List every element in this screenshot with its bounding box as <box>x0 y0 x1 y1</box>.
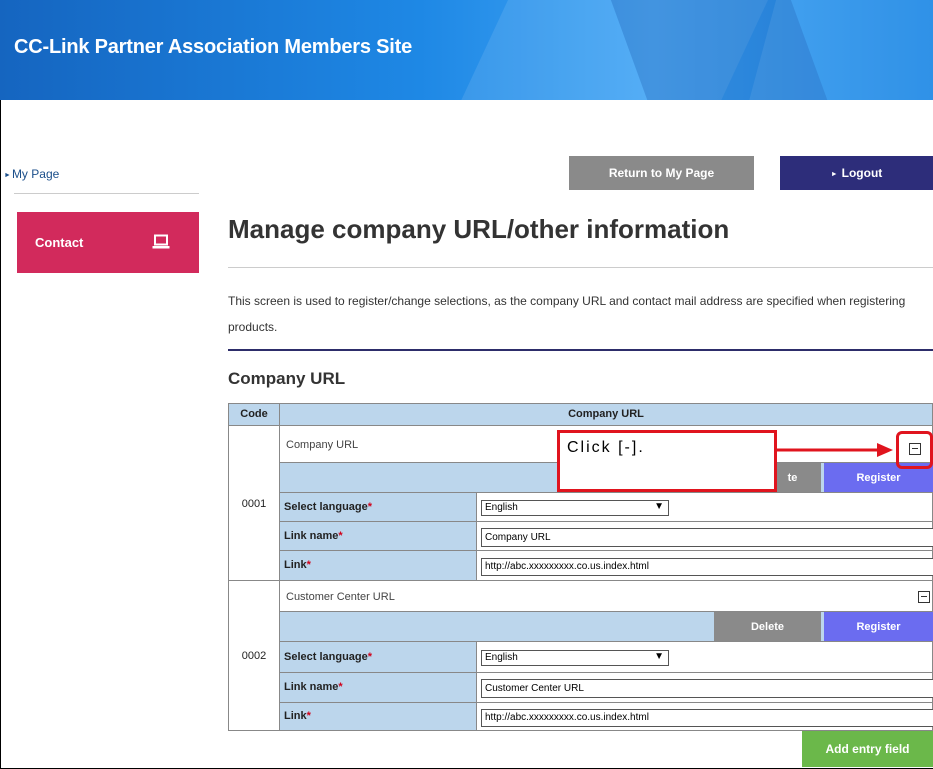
delete-button[interactable]: Delete <box>714 612 821 642</box>
label-text: Link <box>284 710 307 722</box>
link-name-label: Link name* <box>279 521 477 551</box>
label-text: Select language <box>284 651 368 663</box>
section-title: Company URL <box>228 369 346 388</box>
link-cell: http://abc.xxxxxxxxx.co.us.index.html <box>476 702 933 731</box>
column-header-code: Code <box>228 403 280 426</box>
language-select[interactable]: English ▼ <box>481 500 669 516</box>
add-entry-field-button[interactable]: Add entry field <box>802 731 933 767</box>
label-text: Link name <box>284 530 339 542</box>
required-marker: * <box>338 530 343 542</box>
link-label: Link* <box>279 550 477 581</box>
chevron-down-icon: ▼ <box>654 651 664 662</box>
title-divider <box>228 267 933 268</box>
contact-button[interactable]: Contact <box>17 212 199 273</box>
site-title[interactable]: CC-Link Partner Association Members Site <box>14 36 412 59</box>
label-text: Select language <box>284 501 368 513</box>
language-select-value: English <box>485 652 518 663</box>
required-marker: * <box>367 651 373 663</box>
triangle-right-icon: ► <box>4 172 11 179</box>
link-name-cell: Company URL <box>476 521 933 551</box>
collapse-minus-icon[interactable] <box>918 591 930 603</box>
annotation-arrow-icon <box>777 443 893 457</box>
laptop-icon <box>152 234 170 253</box>
entry-code: 0002 <box>228 580 280 731</box>
link-input[interactable]: http://abc.xxxxxxxxx.co.us.index.html <box>481 709 933 727</box>
label-text: Link name <box>284 681 339 693</box>
section-divider <box>228 349 933 351</box>
select-language-label: Select language* <box>279 492 477 522</box>
entry-title: Customer Center URL <box>279 580 933 612</box>
required-marker: * <box>338 681 343 693</box>
column-header-company-url: Company URL <box>279 403 933 426</box>
annotation-callout: Click [-]. <box>557 430 777 492</box>
logout-button[interactable]: ► Logout <box>780 156 933 190</box>
link-name-input[interactable]: Company URL <box>481 528 933 547</box>
link-label: Link* <box>279 702 477 731</box>
contact-label: Contact <box>35 235 84 250</box>
page-title: Manage company URL/other information <box>228 214 730 244</box>
label-text: Link <box>284 559 307 571</box>
triangle-right-icon: ► <box>830 171 838 178</box>
link-name-cell: Customer Center URL <box>476 672 933 703</box>
logout-label: Logout <box>841 166 883 180</box>
select-language-label: Select language* <box>279 641 477 673</box>
page-description: This screen is used to register/change s… <box>228 294 906 334</box>
link-name-label: Link name* <box>279 672 477 703</box>
my-page-link[interactable]: ►My Page <box>4 167 59 181</box>
annotation-text: Click [-]. <box>567 439 645 456</box>
chevron-down-icon: ▼ <box>654 501 664 512</box>
sidebar-divider <box>14 193 199 194</box>
site-header: CC-Link Partner Association Members Site <box>0 0 933 100</box>
required-marker: * <box>306 559 311 571</box>
annotation-highlight-box <box>896 431 933 469</box>
link-name-input[interactable]: Customer Center URL <box>481 679 933 698</box>
required-marker: * <box>306 710 311 722</box>
entry-code: 0001 <box>228 425 280 581</box>
link-input[interactable]: http://abc.xxxxxxxxx.co.us.index.html <box>481 558 933 576</box>
select-language-cell: English ▼ <box>476 492 933 522</box>
return-to-my-page-button[interactable]: Return to My Page <box>569 156 754 190</box>
language-select-value: English <box>485 502 518 513</box>
my-page-label: My Page <box>11 167 60 181</box>
register-button[interactable]: Register <box>824 612 933 642</box>
link-cell: http://abc.xxxxxxxxx.co.us.index.html <box>476 550 933 581</box>
select-language-cell: English ▼ <box>476 641 933 673</box>
language-select[interactable]: English ▼ <box>481 650 669 666</box>
required-marker: * <box>367 501 373 513</box>
